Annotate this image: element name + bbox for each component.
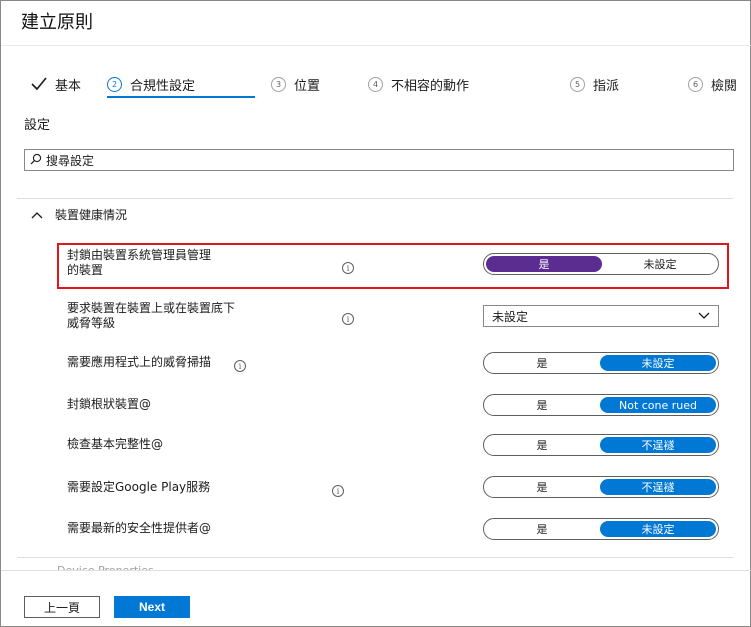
toggle-option-not-configured[interactable]: 未設定 <box>602 254 718 274</box>
next-button[interactable]: Next <box>114 596 190 618</box>
info-icon[interactable]: i <box>234 360 246 372</box>
step-label: 指派 <box>593 78 620 94</box>
section-divider <box>17 198 733 199</box>
step-noncompliance-actions[interactable]: 4 不相容的動作 <box>368 69 469 99</box>
setting-label: 要求裝置在裝置上或在裝置底下威脅等級 <box>67 301 236 330</box>
toggle-option-yes[interactable]: 是 <box>484 435 600 455</box>
setting-label: 檢查基本完整性@ <box>67 437 164 451</box>
info-icon[interactable]: i <box>342 313 354 325</box>
toggle-option-not-configured[interactable]: 不逞襚 <box>600 437 716 453</box>
toggle-block-device-admin[interactable]: 是 未設定 <box>483 253 719 275</box>
step-label: 檢閱 <box>711 78 738 94</box>
step-compliance-settings[interactable]: 2 合規性設定 <box>107 69 195 99</box>
step-label: 不相容的動作 <box>391 78 470 94</box>
toggle-option-yes[interactable]: 是 <box>486 256 602 272</box>
title-divider <box>1 45 751 46</box>
toggle-block-rooted[interactable]: 是 Not cone rued <box>483 394 719 416</box>
step-assignments[interactable]: 5 指派 <box>570 69 619 99</box>
step-number: 6 <box>688 76 703 92</box>
setting-label: 需要設定Google Play服務 <box>67 480 211 494</box>
toggle-threat-scan[interactable]: 是 未設定 <box>483 352 719 374</box>
toggle-google-play-services[interactable]: 是 不逞襚 <box>483 476 719 498</box>
toggle-option-not-configured[interactable]: 未設定 <box>600 355 716 371</box>
threat-level-dropdown[interactable]: 未設定 <box>483 305 719 327</box>
step-number: 4 <box>368 76 383 92</box>
setting-label: 需要最新的安全性提供者@ <box>67 521 212 535</box>
toggle-basic-integrity[interactable]: 是 不逞襚 <box>483 434 719 456</box>
group-device-health[interactable]: 裝置健康情況 <box>31 206 127 223</box>
settings-heading: 設定 <box>24 118 51 133</box>
dropdown-value: 未設定 <box>492 309 529 324</box>
setting-label: 需要應用程式上的威脅掃描 <box>67 355 212 369</box>
checkmark-icon <box>31 77 47 91</box>
step-label: 合規性設定 <box>130 78 196 94</box>
toggle-option-not-configured[interactable]: Not cone rued <box>600 397 716 413</box>
toggle-security-provider[interactable]: 是 未設定 <box>483 518 719 540</box>
step-number: 5 <box>570 76 585 92</box>
toggle-option-yes[interactable]: 是 <box>484 477 600 497</box>
setting-label: 封鎖由裝置系統管理員管理的裝置 <box>67 248 212 277</box>
create-policy-window: 建立原則 基本 2 合規性設定 3 位置 4 不相容的動作 5 指派 6 檢閱 <box>0 0 751 627</box>
toggle-option-yes[interactable]: 是 <box>484 353 600 373</box>
toggle-option-yes[interactable]: 是 <box>484 395 600 415</box>
search-placeholder: 搜尋設定 <box>46 153 95 168</box>
step-label: 基本 <box>55 78 82 94</box>
search-settings-input[interactable]: 搜尋設定 <box>24 149 734 171</box>
info-icon[interactable]: i <box>332 485 344 497</box>
active-step-indicator <box>107 96 255 98</box>
step-number: 3 <box>271 76 286 92</box>
step-basics[interactable]: 基本 <box>31 69 81 99</box>
step-review[interactable]: 6 檢閱 <box>688 69 737 99</box>
step-locations[interactable]: 3 位置 <box>271 69 320 99</box>
chevron-up-icon <box>31 208 55 222</box>
group-title: 裝置健康情況 <box>55 208 128 222</box>
info-icon[interactable]: i <box>342 262 354 274</box>
footer-divider <box>1 570 751 571</box>
step-number: 2 <box>107 76 122 92</box>
toggle-option-not-configured[interactable]: 未設定 <box>600 521 716 537</box>
toggle-option-not-configured[interactable]: 不逞襚 <box>600 479 716 495</box>
setting-label: 封鎖根狀裝置@ <box>67 397 152 411</box>
previous-button[interactable]: 上一頁 <box>24 596 100 618</box>
step-label: 位置 <box>294 78 321 94</box>
toggle-option-yes[interactable]: 是 <box>484 519 600 539</box>
page-title: 建立原則 <box>21 12 93 33</box>
search-icon <box>30 153 46 168</box>
section-divider <box>17 557 733 558</box>
